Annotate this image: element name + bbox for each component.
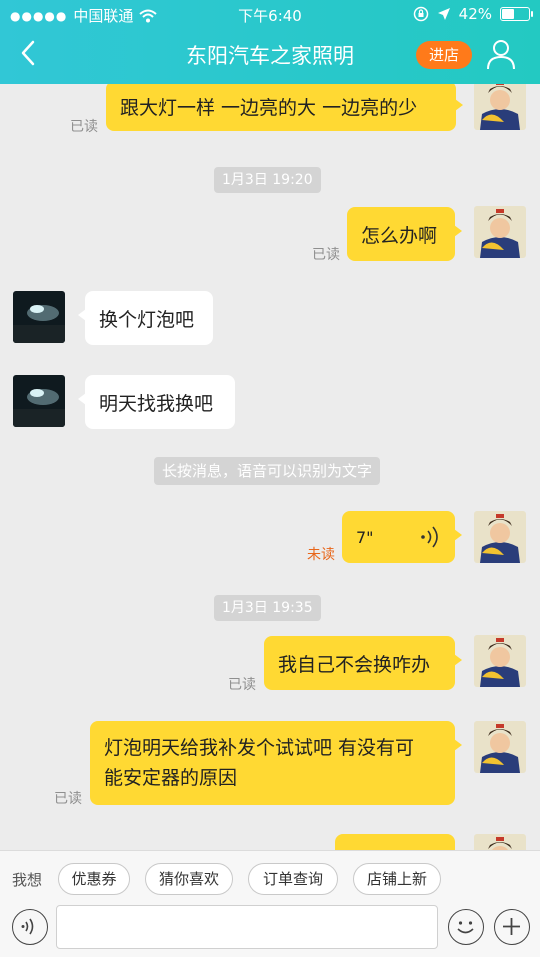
avatar-headlight-image [13, 291, 65, 343]
shop-avatar[interactable] [13, 375, 65, 427]
message-input[interactable] [56, 905, 438, 949]
want-label: 我想 [12, 871, 43, 889]
status-bar: ●●●●● 中国联通 下午6:40 42% [0, 0, 540, 28]
avatar-emperor-image [474, 834, 526, 850]
location-arrow-icon [437, 8, 450, 20]
my-avatar[interactable] [474, 511, 526, 563]
message-bubble-mine[interactable]: 灯泡明天给我补发个试试吧 有没有可 能安定器的原因 [90, 721, 462, 805]
message-bubble-mine-partial[interactable] [335, 834, 455, 850]
chip-coupon[interactable]: 优惠券 [58, 863, 130, 895]
my-avatar[interactable] [474, 206, 526, 258]
voice-hint: 长按消息，语音可以识别为文字 [154, 457, 381, 485]
avatar-emperor-image [474, 635, 526, 687]
message-bubble-mine[interactable]: 我自己不会换咋办 [264, 636, 462, 690]
message-bubble-other[interactable]: 明天找我换吧 [78, 375, 235, 429]
message-text: 跟大灯一样 一边亮的大 一边亮的少 [120, 96, 418, 119]
message-text: 换个灯泡吧 [99, 308, 195, 331]
message-bubble-other[interactable]: 换个灯泡吧 [78, 291, 213, 345]
avatar-emperor-image [474, 84, 526, 130]
message-text: 明天找我换吧 [99, 392, 214, 415]
emoji-icon[interactable] [448, 909, 484, 945]
avatar-emperor-image [474, 206, 526, 258]
status-right: 42% [413, 5, 533, 23]
message-text-line1: 灯泡明天给我补发个试试吧 有没有可 [104, 737, 415, 759]
avatar-emperor-image [474, 721, 526, 773]
time-divider: 1月3日 19:20 [214, 167, 321, 193]
read-status: 已读 [228, 677, 256, 693]
unread-status: 未读 [307, 547, 335, 563]
avatar-headlight-image [13, 375, 65, 427]
my-avatar[interactable] [474, 635, 526, 687]
voice-wave-icon [421, 526, 438, 548]
user-icon[interactable] [486, 38, 516, 70]
battery-percent: 42% [458, 5, 492, 23]
message-text: 怎么办啊 [361, 224, 438, 247]
battery-icon [500, 7, 533, 21]
voice-mode-icon[interactable] [12, 909, 48, 945]
plus-icon[interactable] [494, 909, 530, 945]
chat-area[interactable]: 已读 跟大灯一样 一边亮的大 一边亮的少 1月3日 19:20 已读 怎么办啊 [0, 84, 540, 850]
chip-guess-you-like[interactable]: 猜你喜欢 [145, 863, 233, 895]
my-avatar[interactable] [474, 84, 526, 130]
message-text: 我自己不会换咋办 [278, 653, 431, 676]
my-avatar[interactable] [474, 721, 526, 773]
my-avatar[interactable] [474, 834, 526, 850]
message-bubble-mine[interactable]: 怎么办啊 [347, 207, 462, 261]
voice-duration: 7" [356, 527, 374, 547]
shop-avatar[interactable] [13, 291, 65, 343]
read-status: 已读 [54, 791, 82, 807]
read-status: 已读 [70, 119, 98, 135]
chip-shop-new[interactable]: 店铺上新 [353, 863, 441, 895]
avatar-emperor-image [474, 511, 526, 563]
read-status: 已读 [312, 247, 340, 263]
enter-shop-button[interactable]: 进店 [416, 41, 472, 69]
time-divider: 1月3日 19:35 [214, 595, 321, 621]
top-bar: ●●●●● 中国联通 下午6:40 42% 东阳汽车之家照明 进店 [0, 0, 540, 84]
bottom-bar: 我想 优惠券 猜你喜欢 订单查询 店铺上新 [0, 850, 540, 957]
voice-message-bubble[interactable]: 7" [342, 511, 462, 563]
message-bubble-mine[interactable]: 跟大灯一样 一边亮的大 一边亮的少 [106, 84, 463, 131]
chip-order-query[interactable]: 订单查询 [248, 863, 338, 895]
message-text-line2: 能安定器的原因 [104, 767, 238, 789]
lock-rotation-icon [413, 6, 428, 22]
